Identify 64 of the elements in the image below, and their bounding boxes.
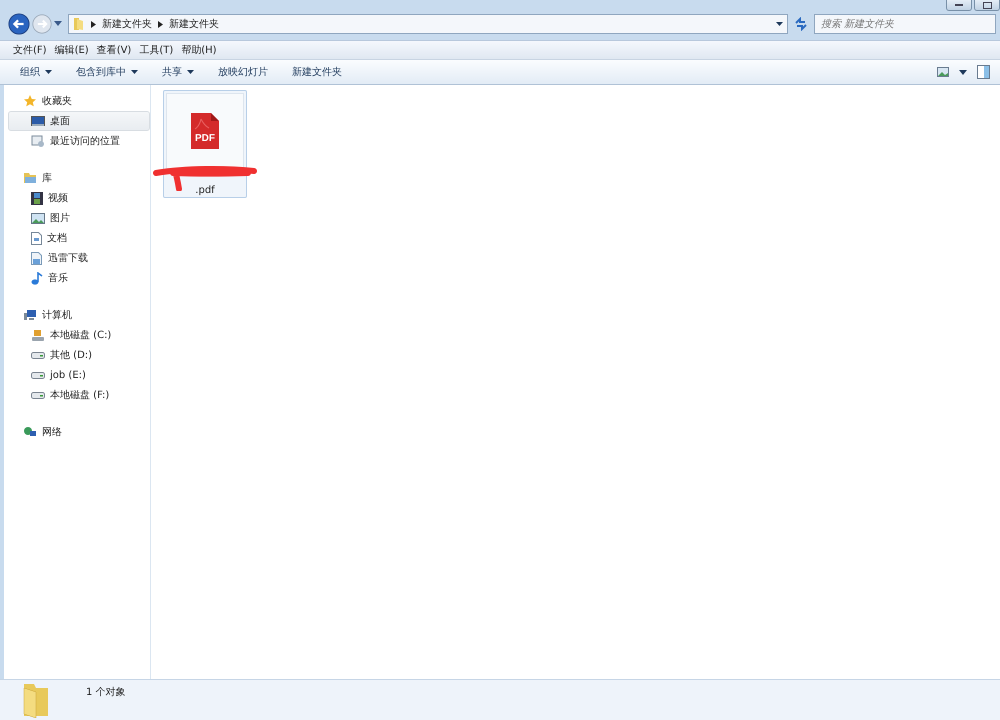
drive-icon [31, 352, 45, 358]
sidebar-item[interactable]: 计算机 [8, 305, 150, 325]
toolbar-button[interactable]: 共享 [162, 65, 194, 79]
chevron-icon[interactable] [158, 20, 163, 28]
status-text: 1 个对象 [86, 686, 126, 699]
breadcrumb[interactable]: 新建文件夹 [102, 17, 152, 31]
chevron-icon[interactable] [91, 20, 96, 28]
refresh-icon[interactable] [794, 17, 808, 31]
history-dropdown-icon[interactable] [54, 21, 62, 27]
drive-icon [31, 392, 45, 398]
sidebar-item[interactable]: 最近访问的位置 [8, 131, 150, 151]
minimize-button[interactable] [946, 0, 972, 11]
preview-pane-icon[interactable] [977, 65, 990, 79]
menu-item[interactable]: 查看(V) [96, 43, 132, 57]
recent-places-icon [31, 134, 45, 148]
file-name: .pdf [195, 185, 215, 196]
library-icon [23, 172, 37, 184]
folder-icon [73, 17, 85, 31]
drive-icon [31, 372, 45, 378]
file-tile[interactable]: PDF .pdf [163, 90, 247, 198]
maximize-button[interactable] [974, 0, 1000, 11]
menu-item[interactable]: 文件(F) [13, 43, 47, 57]
search-field[interactable]: 搜索 新建文件夹 [815, 15, 995, 33]
sidebar-item[interactable]: 本地磁盘 (C:) [8, 325, 150, 345]
toolbar-button[interactable]: 组织 [20, 65, 52, 79]
sidebar-item[interactable]: 桌面 [8, 111, 150, 131]
caret-icon[interactable] [776, 22, 783, 26]
sidebar-item[interactable]: 网络 [8, 422, 150, 442]
caret-icon[interactable] [131, 70, 138, 74]
sidebar-item[interactable]: 收藏夹 [8, 91, 150, 111]
document-icon [31, 232, 42, 244]
sidebar-item[interactable]: 库 [8, 168, 150, 188]
sidebar-item[interactable]: 本地磁盘 (F:) [8, 385, 150, 405]
menu-item[interactable]: 帮助(H) [181, 43, 217, 57]
download-folder-icon [31, 252, 43, 264]
caret-icon[interactable] [187, 70, 194, 74]
sidebar-item[interactable]: 文档 [8, 228, 150, 248]
sidebar-item[interactable]: 音乐 [8, 268, 150, 288]
caret-icon[interactable] [959, 70, 967, 74]
music-note-icon [31, 272, 43, 284]
sidebar-item[interactable]: 迅雷下载 [8, 248, 150, 268]
toolbar-button[interactable]: 包含到库中 [76, 65, 138, 79]
sidebar-item[interactable]: 其他 (D:) [8, 345, 150, 365]
menu-item[interactable]: 工具(T) [139, 43, 174, 57]
address-field[interactable]: 新建文件夹 新建文件夹 [68, 14, 788, 34]
toolbar-button[interactable]: 新建文件夹 [292, 65, 342, 79]
network-icon [23, 426, 37, 438]
image-icon [31, 212, 45, 224]
view-icon[interactable] [937, 67, 949, 77]
sidebar-item[interactable]: 图片 [8, 208, 150, 228]
toolbar-button[interactable]: 放映幻灯片 [218, 65, 268, 79]
sidebar-item[interactable]: 视频 [8, 188, 150, 208]
computer-icon [23, 309, 37, 321]
star-icon [23, 94, 37, 108]
sidebar-item[interactable]: job (E:) [8, 365, 150, 385]
back-button[interactable] [8, 13, 30, 35]
menu-item[interactable]: 编辑(E) [54, 43, 89, 57]
pdf-file-icon [191, 113, 219, 149]
caret-icon[interactable] [45, 70, 52, 74]
pdf-label: PDF [195, 133, 215, 144]
desktop-icon [31, 116, 45, 126]
film-icon [31, 192, 43, 204]
system-drive-icon [31, 328, 45, 342]
breadcrumb[interactable]: 新建文件夹 [169, 17, 219, 31]
